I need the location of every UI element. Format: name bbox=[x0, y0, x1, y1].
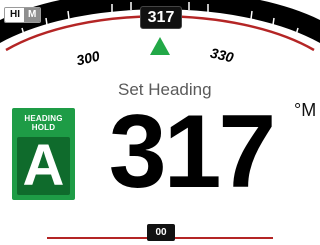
autopilot-mode-tile[interactable]: HEADING HOLD A bbox=[12, 108, 75, 200]
autopilot-screen: 300 330 HI M 317 Set Heading HEADING HOL… bbox=[0, 0, 320, 245]
rudder-angle-readout: 00 bbox=[147, 224, 175, 241]
heading-marker-icon bbox=[150, 37, 170, 55]
mode-title: HEADING HOLD bbox=[12, 114, 75, 132]
compass-label-330: 330 bbox=[209, 45, 236, 66]
mode-badge-m: M bbox=[24, 8, 41, 22]
mode-badge[interactable]: HI M bbox=[4, 7, 42, 23]
mode-title-line1: HEADING bbox=[24, 114, 63, 123]
set-heading-value: 317 bbox=[108, 94, 277, 210]
mode-letter: A bbox=[17, 137, 70, 195]
current-heading-readout: 317 bbox=[140, 6, 182, 29]
mode-badge-hi: HI bbox=[5, 8, 24, 22]
heading-unit: °M bbox=[294, 100, 317, 120]
compass-label-300: 300 bbox=[75, 48, 102, 69]
mode-title-line2: HOLD bbox=[31, 123, 56, 132]
